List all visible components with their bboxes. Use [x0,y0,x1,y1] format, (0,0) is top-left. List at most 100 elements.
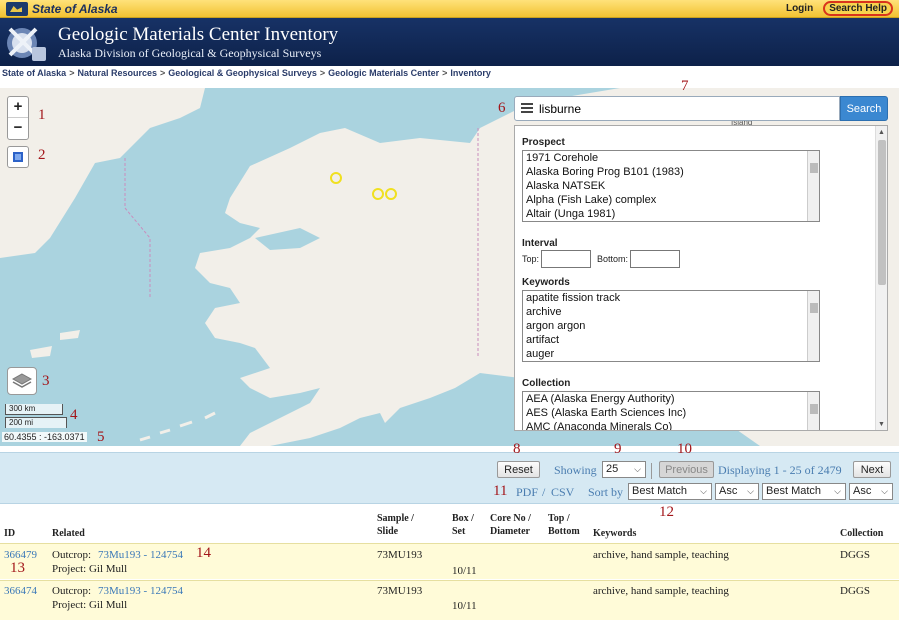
row-sample: 73MU193 [377,549,423,561]
list-item[interactable]: apatite fission track [523,291,819,305]
sort-order-1-select[interactable]: Asc ⌵ [715,483,759,500]
search-button[interactable]: Search [840,96,888,121]
list-item[interactable]: AMC (Anaconda Minerals Co) [523,420,819,430]
list-scrollbar[interactable] [807,291,819,361]
panel-scrollbar[interactable]: ▲ ▼ [875,126,887,430]
breadcrumb-inventory[interactable]: Inventory [450,68,491,82]
alaska-flag-icon [6,2,28,16]
sort-field-1-value: Best Match [632,485,688,497]
row-outcrop-link[interactable]: 73Mu193 - 124754 [98,585,183,597]
row-outcrop-link[interactable]: 73Mu193 - 124754 [98,549,183,561]
annotation-marker: 13 [10,560,25,576]
col-header-core-line1: Core No / [490,513,531,524]
row-box: 10/11 [452,565,477,577]
col-header-top-line2: Bottom [548,526,580,537]
col-header-sample[interactable]: Sample / Slide [377,512,414,542]
row-id-link[interactable]: 366474 [4,585,37,597]
zoom-in-button[interactable]: + [8,97,28,118]
previous-button[interactable]: Previous [659,461,714,478]
list-item[interactable]: Alaska Boring Prog B101 (1983) [523,165,819,179]
chevron-down-icon: ⌵ [881,486,888,496]
sort-by-label: Sort by [588,485,624,499]
list-item[interactable]: auger [523,347,819,361]
filter-panel[interactable]: Prospect 1971 Corehole Alaska Boring Pro… [514,125,888,431]
chevron-down-icon: ⌵ [834,486,841,496]
breadcrumb-separator: > [160,68,166,78]
breadcrumb-separator: > [69,68,75,78]
row-project: Project: Gil Mull [52,599,128,611]
cursor-coordinates: 60.4355 : -163.0371 [2,432,87,442]
col-header-top[interactable]: Top / Bottom [548,512,580,542]
login-link[interactable]: Login [786,3,813,14]
collection-list[interactable]: AEA (Alaska Energy Authority) AES (Alask… [522,391,820,430]
sort-order-2-select[interactable]: Asc ⌵ [849,483,893,500]
reset-button[interactable]: Reset [497,461,540,478]
list-item[interactable]: Alpha (Fish Lake) complex [523,193,819,207]
annotation-marker: 9 [614,441,622,457]
list-item[interactable]: AEA (Alaska Energy Authority) [523,392,819,406]
zoom-out-button[interactable]: − [8,118,28,139]
search-input[interactable] [539,101,829,117]
list-scrollbar[interactable] [807,392,819,430]
state-of-alaska-label: State of Alaska [32,2,118,16]
list-item[interactable]: AES (Alaska Earth Sciences Inc) [523,406,819,420]
export-separator: / [542,485,546,499]
sort-order-1-value: Asc [719,485,738,497]
list-item[interactable]: artifact [523,333,819,347]
list-item[interactable]: argon argon [523,319,819,333]
breadcrumb-state[interactable]: State of Alaska [2,68,66,82]
annotation-marker: 6 [498,100,506,116]
zoom-control: + − [7,96,29,140]
col-header-box-line2: Set [452,526,466,537]
annotation-marker: 5 [97,429,105,445]
prospect-list[interactable]: 1971 Corehole Alaska Boring Prog B101 (1… [522,150,820,222]
list-item[interactable]: Altair (Unga 1981) [523,207,819,221]
toolbar-divider [651,463,652,479]
annotation-marker: 4 [70,407,78,423]
layers-button[interactable] [7,367,37,395]
col-header-core[interactable]: Core No / Diameter [490,512,531,542]
annotation-marker: 8 [513,441,521,457]
col-header-sample-line1: Sample / [377,513,414,524]
csv-link[interactable]: CSV [551,485,574,500]
scroll-up-icon[interactable]: ▲ [878,129,885,136]
row-keywords: archive, hand sample, teaching [593,585,729,597]
next-button[interactable]: Next [853,461,891,478]
row-outcrop-label: Outcrop: [52,549,92,561]
annotation-marker: 1 [38,107,46,123]
showing-label: Showing [554,463,597,477]
sort-field-1-select[interactable]: Best Match ⌵ [628,483,712,500]
sort-field-2-value: Best Match [766,485,822,497]
col-header-box[interactable]: Box / Set [452,512,474,542]
state-of-alaska-logo[interactable]: State of Alaska [6,1,118,17]
keywords-list[interactable]: apatite fission track archive argon argo… [522,290,820,362]
row-collection: DGGS [840,549,870,561]
scale-bar-km: 300 km [5,404,63,415]
breadcrumb-natural-resources[interactable]: Natural Resources [77,68,157,82]
site-header: Geologic Materials Center Inventory Alas… [0,18,899,66]
sort-field-2-select[interactable]: Best Match ⌵ [762,483,846,500]
search-help-button[interactable]: Search Help [823,1,893,16]
pdf-link[interactable]: PDF [516,485,538,500]
interval-bottom-input[interactable] [630,250,681,268]
breadcrumb-gmc[interactable]: Geologic Materials Center [328,68,439,82]
list-scrollbar[interactable] [807,151,819,221]
list-item[interactable]: 1971 Corehole [523,151,819,165]
draw-box-button[interactable] [7,146,29,168]
scroll-down-icon[interactable]: ▼ [878,421,885,428]
list-item[interactable]: Alaska NATSEK [523,179,819,193]
hamburger-menu-icon[interactable] [521,103,533,113]
interval-top-input[interactable] [541,250,592,268]
breadcrumb-ggs[interactable]: Geological & Geophysical Surveys [168,68,317,82]
page-size-select[interactable]: 25 ⌵ [602,461,646,478]
row-box: 10/11 [452,600,477,612]
col-header-core-line2: Diameter [490,526,530,537]
row-project: Project: Gil Mull [52,563,128,575]
state-topbar: State of Alaska Login Search Help [0,0,899,18]
col-header-sample-line2: Slide [377,526,399,537]
scale-bar-mi: 200 mi [5,417,67,428]
list-item[interactable]: archive [523,305,819,319]
table-row: 366474 Outcrop: 73Mu193 - 124754 Project… [0,580,899,620]
annotation-marker: 14 [196,545,211,561]
interval-bottom-label: Bottom: [597,254,629,264]
